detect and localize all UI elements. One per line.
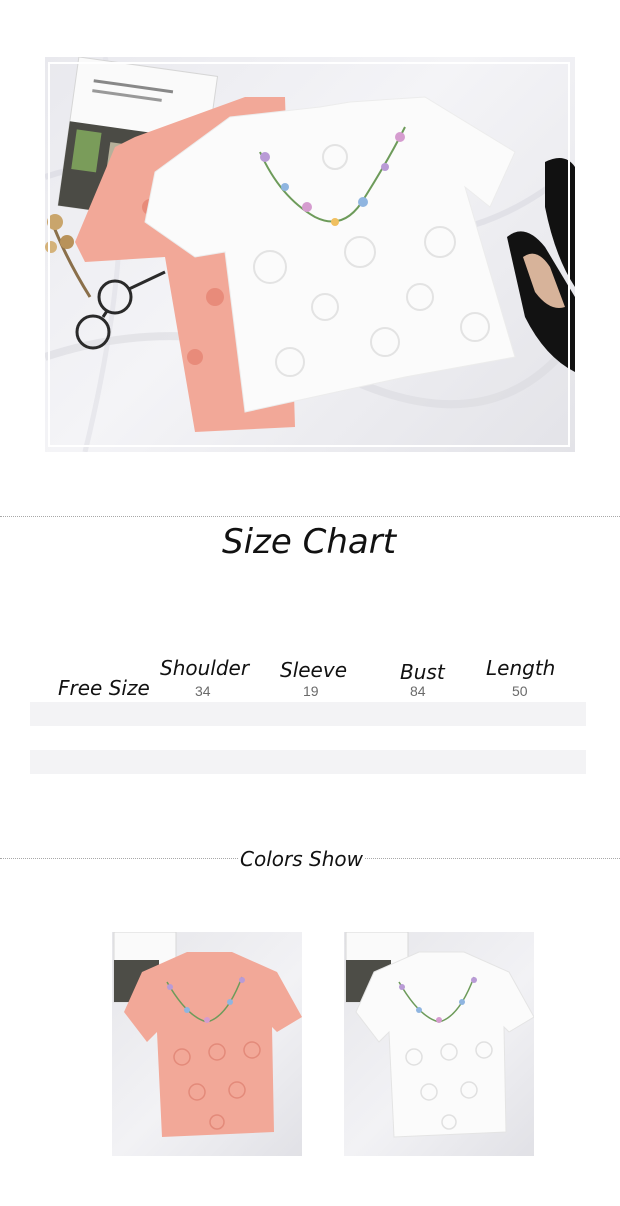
col-header-shoulder: Shoulder bbox=[160, 656, 250, 680]
col-header-length: Length bbox=[486, 656, 556, 680]
hero-illustration bbox=[45, 57, 575, 452]
value-sleeve: 19 bbox=[303, 683, 319, 699]
table-stripe bbox=[30, 702, 586, 726]
color-thumb-white[interactable] bbox=[344, 932, 534, 1156]
value-shoulder: 34 bbox=[195, 683, 211, 699]
value-length: 50 bbox=[512, 683, 528, 699]
white-top-image bbox=[345, 932, 534, 1138]
size-chart-divider bbox=[0, 516, 620, 517]
colors-title: Colors Show bbox=[238, 847, 365, 871]
pink-top-image bbox=[113, 932, 302, 1137]
product-hero-photo bbox=[45, 57, 575, 452]
col-header-sleeve: Sleeve bbox=[280, 658, 348, 682]
col-header-bust: Bust bbox=[400, 660, 445, 684]
size-chart-title: Size Chart bbox=[222, 522, 397, 562]
size-row-label: Free Size bbox=[58, 676, 150, 700]
value-bust: 84 bbox=[410, 683, 426, 699]
table-stripe bbox=[30, 750, 586, 774]
color-thumb-pink[interactable] bbox=[112, 932, 302, 1156]
